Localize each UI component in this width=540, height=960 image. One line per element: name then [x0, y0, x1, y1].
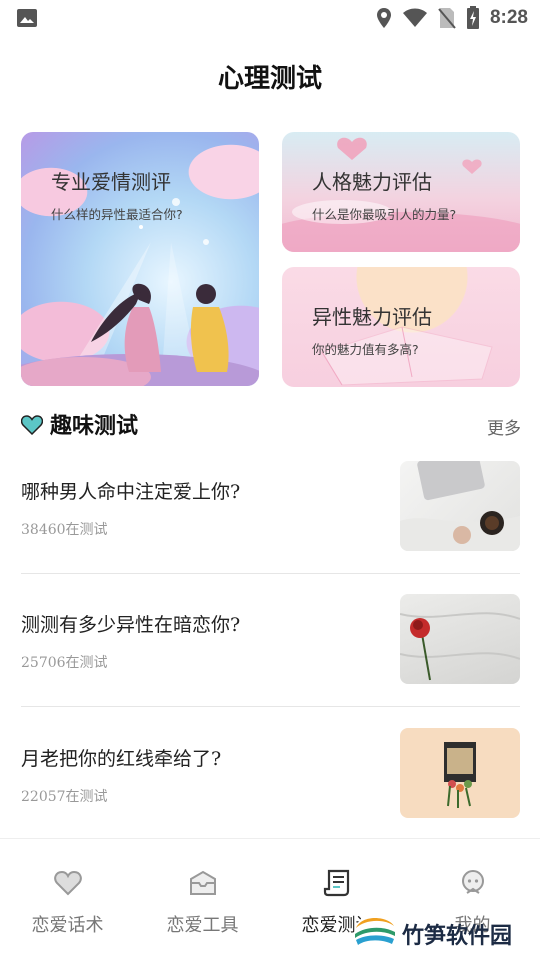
heart-icon: [21, 415, 43, 435]
image-icon: [17, 9, 37, 27]
list-item[interactable]: 月老把你的红线牵给了? 22057在测试: [21, 728, 520, 838]
list-item-count: 22057在测试: [21, 789, 108, 805]
profile-icon: [461, 870, 484, 894]
rose-on-sheets-photo: [400, 594, 520, 684]
attraction-test-card[interactable]: 异性魅力评估 你的魅力值有多高?: [282, 267, 520, 387]
clock: 8:28: [489, 7, 528, 28]
card-subtitle: 什么样的异性最适合你?: [51, 207, 183, 222]
no-sim-icon: [438, 8, 456, 29]
personality-test-card[interactable]: 人格魅力评估 什么是你最吸引人的力量?: [282, 132, 520, 252]
list-item[interactable]: 测测有多少异性在暗恋你? 25706在测试: [21, 594, 520, 704]
laptop-coffee-photo: [400, 461, 520, 551]
tab-label: 恋爱话术: [31, 915, 104, 936]
list-item[interactable]: 哪种男人命中注定爱上你? 38460在测试: [21, 461, 520, 571]
status-bar: 8:28: [0, 0, 540, 36]
card-subtitle: 什么是你最吸引人的力量?: [312, 207, 457, 222]
tab-love-tools[interactable]: 恋爱工具: [135, 839, 270, 960]
list-item-count: 25706在测试: [21, 655, 108, 671]
bamboo-logo-icon: [355, 913, 395, 953]
card-title: 异性魅力评估: [312, 305, 432, 329]
tab-label: 恋爱工具: [166, 915, 239, 936]
tab-love-talk[interactable]: 恋爱话术: [0, 839, 135, 960]
love-test-card[interactable]: 专业爱情测评 什么样的异性最适合你?: [21, 132, 259, 386]
battery-charging-icon: [466, 6, 479, 29]
flower-box-photo: [400, 728, 520, 818]
list-item-title: 月老把你的红线牵给了?: [21, 748, 222, 770]
fun-tests-header: 趣味测试 更多: [21, 408, 521, 440]
heart-icon: [53, 870, 82, 896]
section-title: 趣味测试: [50, 413, 139, 439]
card-title: 人格魅力评估: [312, 170, 432, 194]
divider: [21, 706, 520, 707]
list-item-title: 测测有多少异性在暗恋你?: [21, 614, 241, 636]
divider: [21, 573, 520, 574]
watermark: 竹笋软件园: [354, 912, 534, 956]
page-title: 心理测试: [217, 64, 322, 94]
watermark-text: 竹笋软件园: [402, 924, 513, 949]
box-icon: [189, 870, 216, 895]
card-subtitle: 你的魅力值有多高?: [312, 342, 419, 357]
document-icon: [323, 869, 349, 897]
location-icon: [376, 8, 391, 28]
more-link[interactable]: 更多: [487, 414, 521, 439]
wifi-icon: [402, 8, 427, 27]
list-item-count: 38460在测试: [21, 522, 108, 538]
card-title: 专业爱情测评: [51, 170, 171, 194]
list-item-title: 哪种男人命中注定爱上你?: [21, 481, 241, 503]
